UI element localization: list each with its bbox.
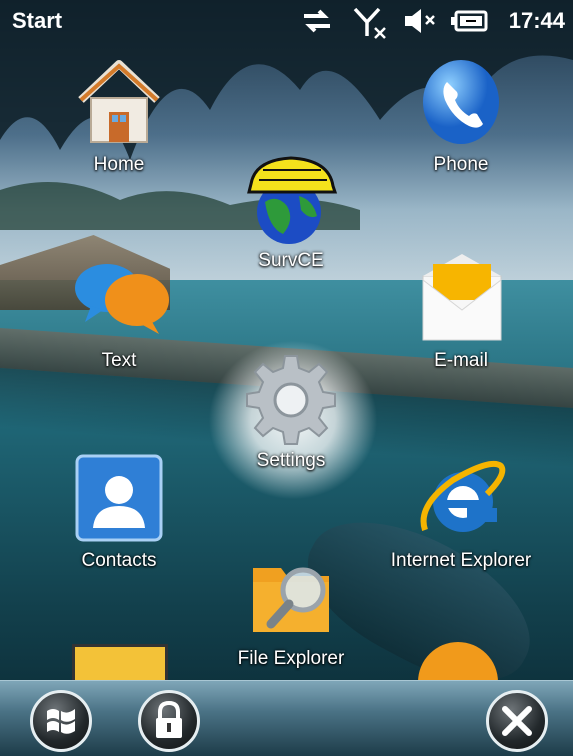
tile-label: SurvCE bbox=[258, 250, 324, 271]
clock: 17:44 bbox=[508, 8, 565, 33]
tile-phone[interactable]: Phone bbox=[386, 54, 536, 176]
calendar-icon[interactable] bbox=[72, 644, 168, 684]
no-signal-icon[interactable] bbox=[352, 6, 388, 45]
tile-label: Settings bbox=[256, 450, 326, 471]
tile-label: Internet Explorer bbox=[390, 550, 532, 571]
connectivity-icon[interactable] bbox=[300, 6, 334, 41]
lock-icon bbox=[156, 700, 182, 738]
tile-settings[interactable]: Settings bbox=[216, 350, 366, 472]
status-title: Start bbox=[12, 8, 63, 33]
settings-gear-icon bbox=[243, 350, 339, 446]
battery-charging-icon[interactable] bbox=[450, 6, 490, 41]
tile-label: File Explorer bbox=[237, 648, 345, 669]
tile-file-explorer[interactable]: File Explorer bbox=[216, 548, 366, 670]
tile-label: Contacts bbox=[81, 550, 157, 571]
tile-contacts[interactable]: Contacts bbox=[44, 450, 194, 572]
tile-internet-explorer[interactable]: Internet Explorer bbox=[386, 450, 536, 572]
text-bubbles-icon bbox=[71, 250, 169, 346]
tile-label: Phone bbox=[433, 154, 489, 175]
phone-icon bbox=[413, 54, 509, 150]
survce-icon bbox=[243, 150, 339, 246]
internet-explorer-icon bbox=[413, 450, 509, 546]
contacts-icon bbox=[71, 450, 167, 546]
lock-button[interactable] bbox=[138, 690, 200, 752]
tile-email[interactable]: E-mail bbox=[386, 250, 536, 372]
close-button[interactable] bbox=[486, 690, 548, 752]
tile-label: Home bbox=[93, 154, 145, 175]
tile-survce[interactable]: SurvCE bbox=[216, 150, 366, 272]
file-explorer-icon bbox=[243, 548, 339, 644]
tile-text[interactable]: Text bbox=[44, 250, 194, 372]
close-icon bbox=[502, 706, 532, 736]
tile-label: E-mail bbox=[434, 350, 488, 371]
home-icon bbox=[71, 54, 167, 150]
windows-start-button[interactable] bbox=[30, 690, 92, 752]
windows-start-icon bbox=[47, 709, 75, 734]
tile-label: Text bbox=[101, 350, 137, 371]
volume-muted-icon[interactable] bbox=[402, 6, 438, 41]
email-envelope-icon bbox=[413, 250, 509, 346]
status-bar: Start 17:44 bbox=[0, 0, 573, 44]
tile-home[interactable]: Home bbox=[44, 54, 194, 176]
